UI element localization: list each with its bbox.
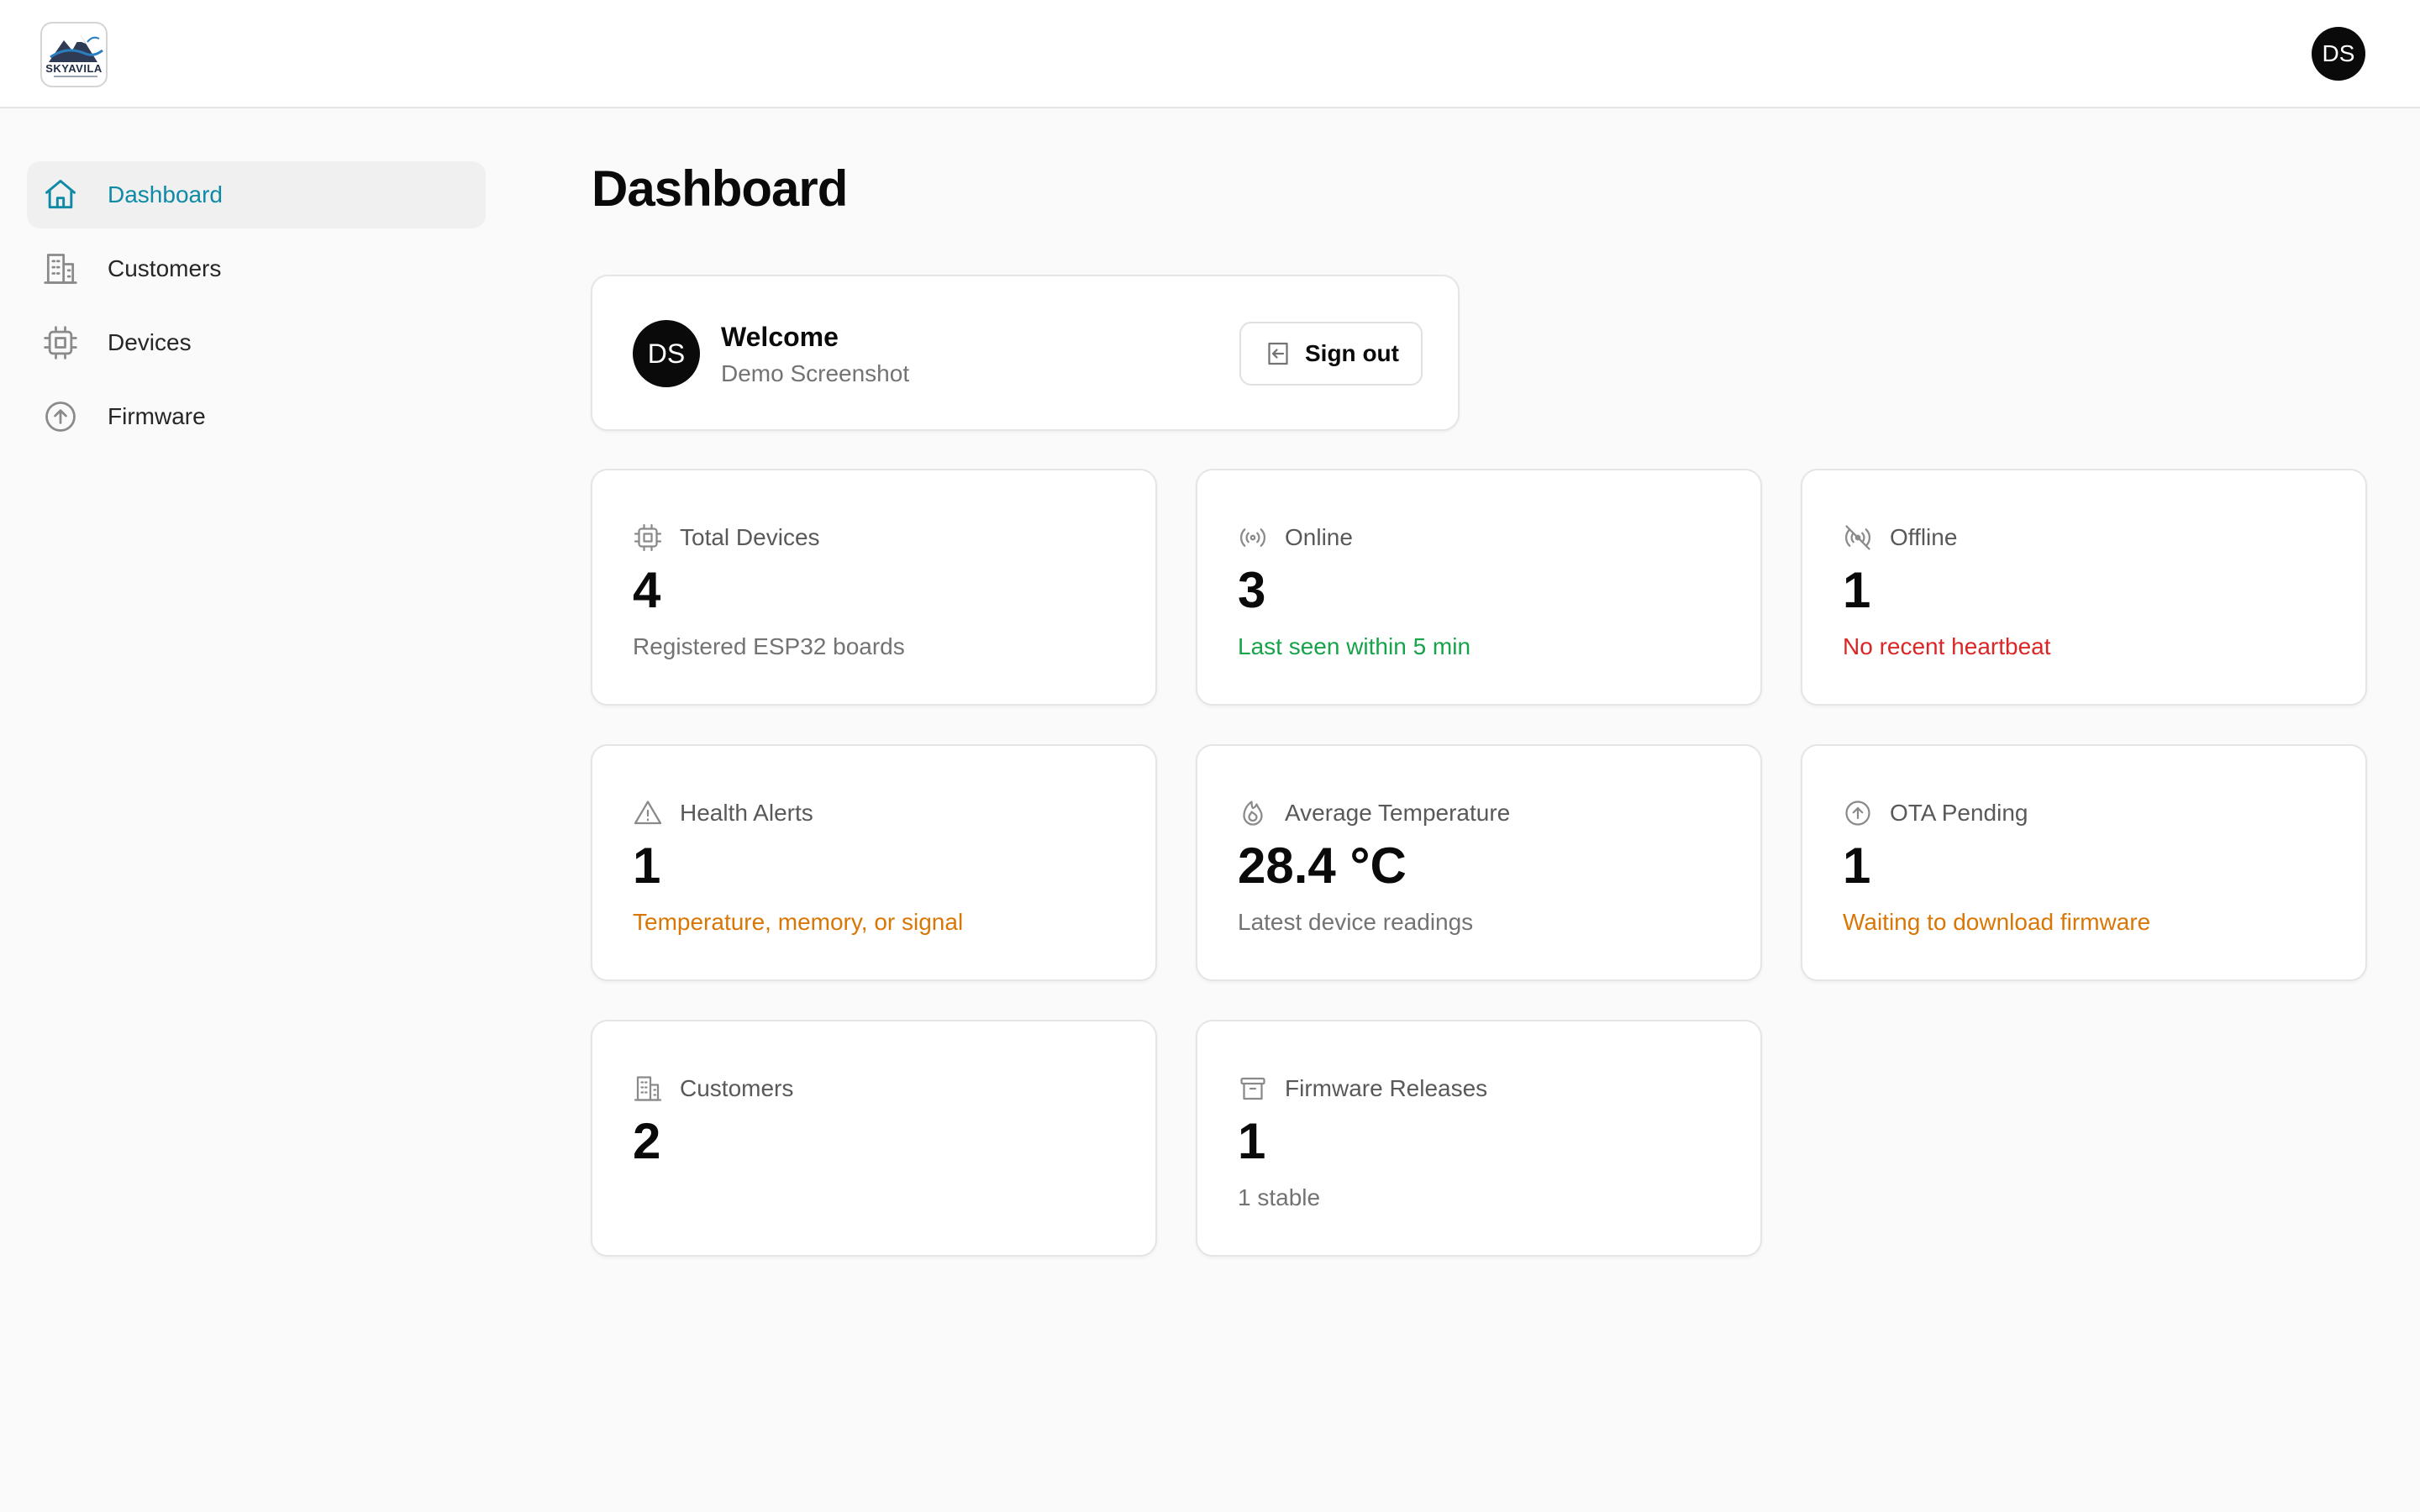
welcome-avatar: DS [633, 320, 700, 387]
sign-out-button[interactable]: Sign out [1239, 322, 1423, 386]
logo-text: SKYAVILA [45, 62, 103, 75]
stat-description: Last seen within 5 min [1238, 633, 1471, 659]
sidebar-item-customers[interactable]: Customers [27, 235, 486, 302]
stat-value: 3 [1238, 562, 1266, 618]
stat-label: Total Devices [680, 524, 820, 550]
stat-label: Customers [680, 1075, 794, 1101]
stat-label: Firmware Releases [1285, 1075, 1488, 1101]
sidebar-item-label: Customers [108, 255, 222, 281]
stat-card-offline: Offline 1 No recent heartbeat [1801, 469, 2367, 706]
stat-label: Offline [1890, 524, 1958, 550]
sign-out-label: Sign out [1305, 340, 1399, 366]
flame-icon [1238, 798, 1268, 828]
sidebar-item-dashboard[interactable]: Dashboard [27, 161, 486, 228]
stat-value: 1 [1843, 837, 1871, 894]
building-icon [633, 1074, 663, 1104]
stat-value: 1 [1843, 562, 1871, 618]
home-icon [42, 176, 79, 213]
stat-card-customers: Customers 2 [591, 1020, 1157, 1257]
stat-description: No recent heartbeat [1843, 633, 2051, 659]
brand-logo[interactable]: SKYAVILA [40, 22, 108, 87]
stat-value: 4 [633, 562, 661, 618]
stat-card-average-temperature: Average Temperature 28.4 °C Latest devic… [1196, 744, 1762, 981]
sidebar: Dashboard Customers Devices Firmware [27, 161, 486, 457]
stat-value: 28.4 °C [1238, 837, 1407, 894]
stat-description: Registered ESP32 boards [633, 633, 905, 659]
stat-card-ota-pending: OTA Pending 1 Waiting to download firmwa… [1801, 744, 2367, 981]
sidebar-item-label: Devices [108, 329, 192, 355]
welcome-card: DS Welcome Demo Screenshot Sign out [591, 275, 1460, 431]
stat-description: Waiting to download firmware [1843, 909, 2151, 935]
welcome-title: Welcome [721, 322, 839, 352]
mountain-logo-icon [49, 35, 103, 77]
sign-out-icon [1268, 342, 1288, 365]
page-title: Dashboard [592, 160, 848, 217]
sidebar-item-label: Dashboard [108, 181, 223, 207]
sidebar-item-label: Firmware [108, 403, 206, 429]
stat-description: Temperature, memory, or signal [633, 909, 964, 935]
chip-icon [633, 522, 663, 553]
stat-card-online: Online 3 Last seen within 5 min [1196, 469, 1762, 706]
stat-card-total-devices: Total Devices 4 Registered ESP32 boards [591, 469, 1157, 706]
stat-label: Health Alerts [680, 800, 813, 826]
stat-description: 1 stable [1238, 1184, 1321, 1210]
broadcast-off-icon [1843, 522, 1873, 553]
stat-description: Latest device readings [1238, 909, 1474, 935]
archive-icon [1238, 1074, 1268, 1104]
broadcast-icon [1238, 522, 1268, 553]
sidebar-item-firmware[interactable]: Firmware [27, 383, 486, 450]
warning-icon [633, 798, 663, 828]
stat-value: 2 [633, 1113, 661, 1169]
upload-circle-icon [1843, 798, 1873, 828]
stat-value: 1 [633, 837, 661, 894]
user-avatar[interactable]: DS [2312, 27, 2365, 81]
stat-label: Average Temperature [1285, 800, 1511, 826]
sidebar-item-devices[interactable]: Devices [27, 309, 486, 376]
stat-label: OTA Pending [1890, 800, 2028, 826]
upload-circle-icon [42, 398, 79, 435]
stat-label: Online [1285, 524, 1353, 550]
stat-card-health-alerts: Health Alerts 1 Temperature, memory, or … [591, 744, 1157, 981]
top-bar: SKYAVILA DS [0, 0, 2420, 108]
stat-value: 1 [1238, 1113, 1266, 1169]
welcome-subtitle: Demo Screenshot [721, 360, 910, 386]
building-icon [42, 250, 79, 287]
chip-icon [42, 324, 79, 361]
stat-card-firmware-releases: Firmware Releases 1 1 stable [1196, 1020, 1762, 1257]
